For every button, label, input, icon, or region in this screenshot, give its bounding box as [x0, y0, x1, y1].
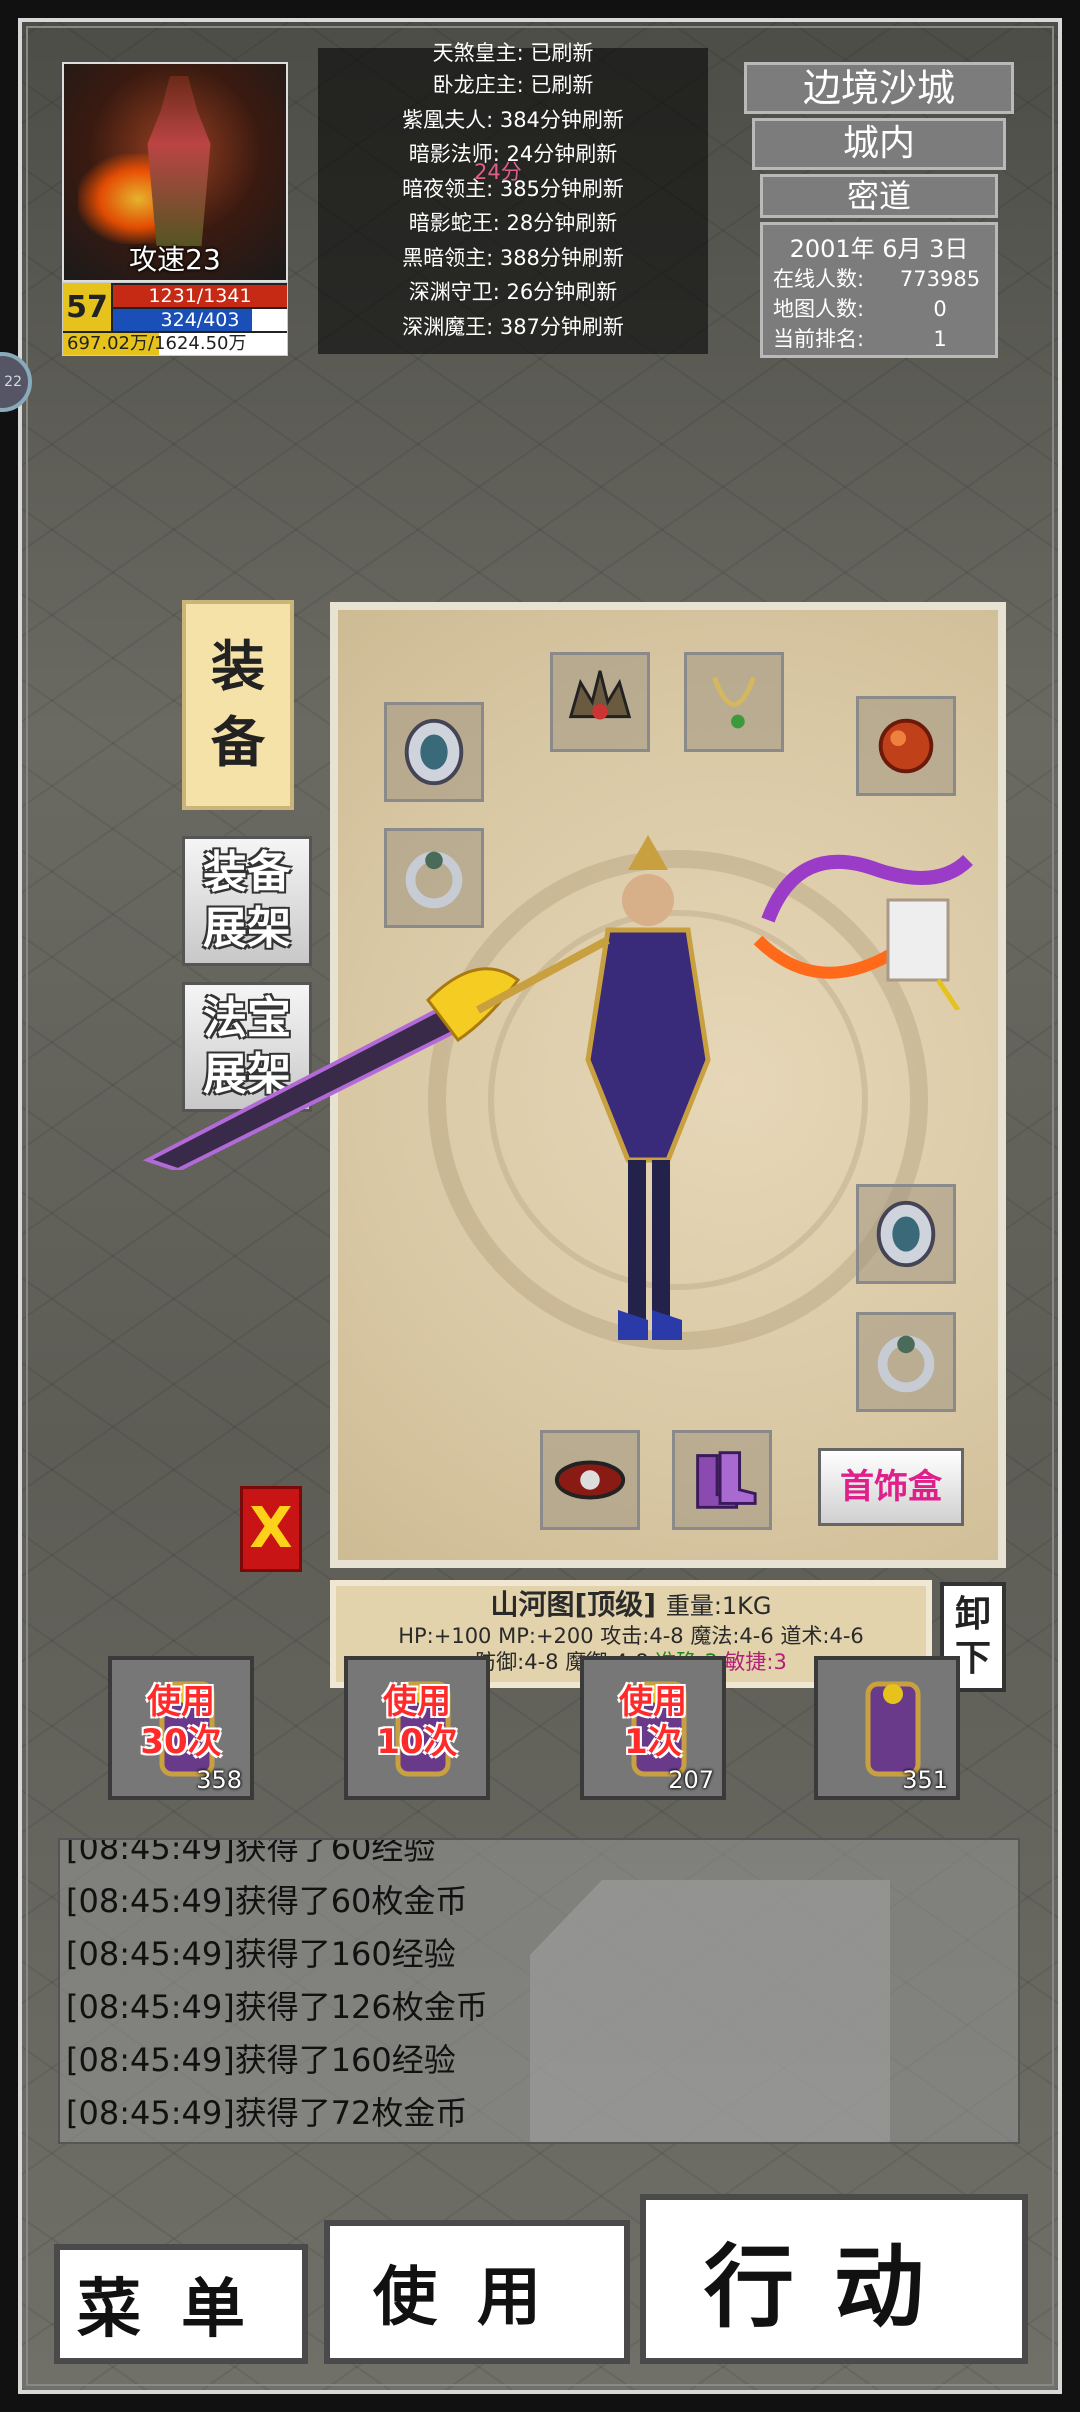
item-agility: 敏捷:3	[724, 1650, 787, 1674]
item-count: 207	[668, 1766, 714, 1794]
ring-right-slot[interactable]	[856, 1312, 956, 1412]
equipment-shelf-top: 装备	[203, 847, 291, 898]
item-count: 351	[902, 1766, 948, 1794]
belt-slot[interactable]	[540, 1430, 640, 1530]
magic-scroll-artifact	[753, 854, 973, 1010]
online-row: 在线人数: 773985	[763, 264, 995, 294]
game-date: 2001年 6月 3日	[789, 235, 969, 263]
boss-line: 卧龙庄主: 已刷新	[432, 73, 594, 97]
quick-slot-use: 使用 10次	[348, 1682, 486, 1762]
item-stats-line1: HP:+100 MP:+200 攻击:4-8 魔法:4-6 道术:4-6	[398, 1624, 864, 1648]
server-info: 2001年 6月 3日 在线人数: 773985 地图人数: 0 当前排名: 1	[760, 222, 998, 358]
log-line: [08:45:49]获得了60枚金币	[66, 1882, 468, 1920]
exp-text: 697.02万/1624.50万	[67, 333, 247, 354]
use-button[interactable]: 使用	[324, 2220, 630, 2364]
item-title: 山河图[顶级] 重量:1KG	[336, 1588, 926, 1623]
use-line1: 使用	[619, 1682, 687, 1722]
character-stats: 57 1231/1341 324/403 697.02万/1624.50万	[62, 282, 288, 356]
use-line1: 使用	[147, 1682, 215, 1722]
use-line2: 1次	[624, 1722, 682, 1762]
quick-slot[interactable]: 使用 1次 207	[580, 1656, 726, 1800]
ring-icon	[877, 1335, 935, 1393]
helmet-slot[interactable]	[550, 652, 650, 752]
bracelet-right-slot[interactable]	[856, 1184, 956, 1284]
log-line: [08:45:49]获得了126枚金币	[66, 1988, 488, 2026]
log-line: [08:45:49]获得了72枚金币	[66, 2094, 468, 2132]
boss-line: 深渊魔王: 387分钟刷新	[402, 314, 624, 339]
item-count: 358	[196, 1766, 242, 1794]
quick-slot[interactable]: 使用 10次	[344, 1656, 490, 1800]
message-log[interactable]: [08:45:49]获得了60经验 [08:45:49]获得了60枚金币 [08…	[58, 1838, 1020, 2144]
use-line2: 10次	[376, 1722, 458, 1762]
exp-bar: 697.02万/1624.50万	[63, 333, 287, 355]
boss-line: 深渊守卫: 26分钟刷新	[408, 280, 618, 304]
log-line: [08:45:49]获得了160经验	[66, 2041, 456, 2079]
hp-bar: 1231/1341	[113, 285, 287, 307]
quick-slot[interactable]: 使用 30次 358	[108, 1656, 254, 1800]
use-line2: 30次	[140, 1722, 222, 1762]
equipment-panel: 首饰盒	[142, 602, 1006, 1568]
log-line: [08:45:49]获得了60经验	[66, 1838, 436, 1867]
unequip-top: 卸	[954, 1594, 991, 1635]
rank-label: 当前排名:	[773, 327, 865, 351]
attack-speed-label: 攻速23	[129, 243, 221, 276]
mp-bar: 324/403	[113, 309, 287, 331]
quick-slot[interactable]: 351	[814, 1656, 960, 1800]
boots-slot[interactable]	[672, 1430, 772, 1530]
bracelet-icon	[404, 718, 464, 786]
map-value: 0	[933, 297, 947, 321]
boss-line: 天煞皇主: 已刷新	[432, 41, 594, 65]
boss-refresh-list: 天煞皇主: 已刷新 卧龙庄主: 已刷新 紫凰夫人: 384分钟刷新 暗影法师: …	[318, 41, 708, 354]
level-badge: 57	[63, 283, 111, 331]
jewelry-box-button[interactable]: 首饰盒	[818, 1448, 964, 1526]
medal-slot[interactable]	[856, 696, 956, 796]
online-label: 在线人数:	[773, 267, 865, 291]
tab-equipment[interactable]: 装 备	[182, 600, 294, 810]
tab-equipment-bottom: 备	[211, 711, 265, 774]
ring-left-slot[interactable]	[384, 828, 484, 928]
side-bubble-label: 22	[4, 374, 22, 390]
boss-line: 紫凰夫人: 384分钟刷新	[402, 107, 624, 132]
rank-value: 1	[933, 327, 947, 351]
ring-icon	[405, 851, 463, 909]
action-button[interactable]: 行动	[640, 2194, 1028, 2364]
map-label: 地图人数:	[773, 297, 865, 321]
belt-icon	[554, 1460, 626, 1500]
close-button[interactable]: X	[240, 1486, 302, 1572]
item-name: 山河图[顶级]	[490, 1588, 657, 1621]
rank-row: 当前排名: 1	[763, 324, 995, 354]
use-line1: 使用	[383, 1682, 451, 1722]
map-row: 地图人数: 0	[763, 294, 995, 324]
area-button[interactable]: 城内	[752, 118, 1006, 170]
boss-line: 暗影蛇王: 28分钟刷新	[408, 211, 618, 235]
necklace-slot[interactable]	[684, 652, 784, 752]
helmet-icon	[568, 670, 632, 720]
bracelet-icon	[876, 1200, 936, 1268]
item-weight: 重量:1KG	[665, 1592, 772, 1620]
orb-icon	[878, 718, 934, 774]
unequip-bottom: 下	[954, 1638, 991, 1679]
menu-button[interactable]: 菜单	[54, 2244, 308, 2364]
great-sword	[142, 936, 610, 1170]
mp-text: 324/403	[160, 309, 240, 331]
boots-icon	[696, 1451, 757, 1509]
online-value: 773985	[899, 267, 981, 291]
bracelet-left-slot[interactable]	[384, 702, 484, 802]
floating-damage-text: 24分	[474, 160, 522, 184]
necklace-icon	[712, 676, 756, 729]
quick-slot-use: 使用 1次	[584, 1682, 722, 1762]
zone-button[interactable]: 边境沙城	[744, 62, 1014, 114]
log-line: [08:45:49]获得了160经验	[66, 1935, 456, 1973]
tab-equipment-top: 装	[211, 635, 265, 698]
quick-slot-use: 使用 30次	[112, 1682, 250, 1762]
sub-area-button[interactable]: 密道	[760, 174, 998, 218]
boss-line: 黑暗领主: 388分钟刷新	[402, 245, 624, 270]
character-portrait[interactable]: 攻速23	[62, 62, 288, 282]
